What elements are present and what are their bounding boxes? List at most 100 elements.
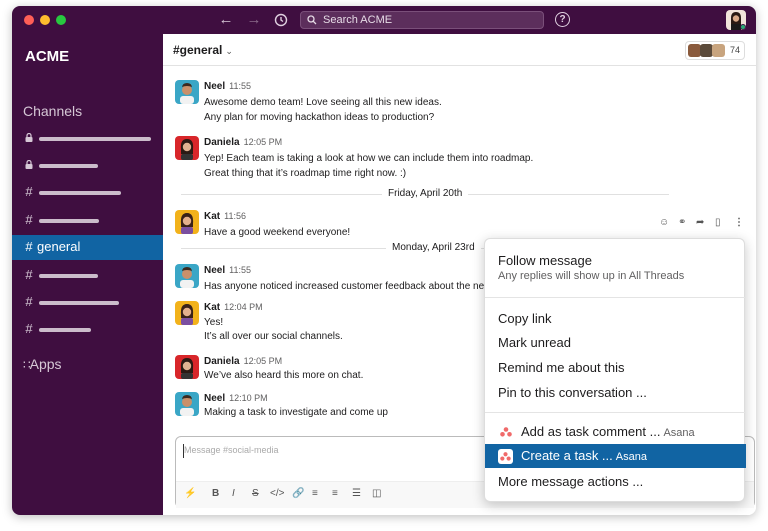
member-list-button[interactable]: 74 (685, 41, 745, 60)
message-text: We’ve also heard this more on chat. (204, 370, 363, 381)
code-icon[interactable]: </> (270, 488, 284, 499)
sidebar-channel-private-1[interactable] (12, 126, 163, 151)
maximize-window-button[interactable] (56, 15, 66, 25)
workspace-name[interactable]: ACME (25, 48, 69, 65)
channel-name-redacted (39, 164, 98, 168)
shortcuts-lightning-icon[interactable]: ⚡ (184, 488, 196, 499)
sidebar-apps[interactable]: ∷​ Apps (23, 356, 62, 372)
hash-icon: # (23, 184, 35, 199)
numbered-list-icon[interactable]: ≡ (312, 488, 318, 499)
channel-name-redacted (39, 301, 119, 305)
sidebar-channel-7[interactable]: # (12, 290, 163, 315)
menu-separator (485, 297, 746, 298)
message-text: Has anyone noticed increased customer fe… (204, 281, 500, 292)
menu-separator (485, 412, 746, 413)
sidebar-channel-general[interactable]: # general (12, 235, 163, 260)
hash-icon: # (23, 321, 35, 336)
online-status-indicator (740, 24, 746, 30)
message-time[interactable]: 11:55 (229, 81, 251, 91)
italic-icon[interactable]: I (232, 488, 235, 499)
apps-label: Apps (30, 356, 62, 372)
strikethrough-icon[interactable]: S (252, 488, 259, 499)
menu-item-add-task-comment[interactable]: Add as task comment ...Asana (485, 420, 746, 444)
message-text: It’s all over our social channels. (204, 331, 343, 342)
message-context-menu: Follow message Any replies will show up … (484, 238, 745, 502)
menu-item-copy-link[interactable]: Copy link (485, 307, 746, 331)
menu-item-remind[interactable]: Remind me about this (485, 356, 746, 380)
message-author[interactable]: Kat12:04 PM (204, 302, 263, 313)
message-author[interactable]: Neel11:55 (204, 81, 251, 92)
menu-item-mark-unread[interactable]: Mark unread (485, 331, 746, 355)
message-time[interactable]: 12:04 PM (224, 302, 263, 312)
member-count: 74 (730, 45, 740, 55)
message-time[interactable]: 12:10 PM (229, 393, 268, 403)
sidebar-channel-4[interactable]: # (12, 208, 163, 233)
blockquote-icon[interactable]: ☰ (352, 488, 361, 499)
more-actions-icon[interactable]: ⋮ (734, 217, 744, 228)
bold-icon[interactable]: B (212, 488, 219, 499)
avatar[interactable] (175, 392, 199, 416)
avatar[interactable] (175, 264, 199, 288)
search-input[interactable]: Search ACME (300, 11, 544, 29)
sidebar-channel-6[interactable]: # (12, 263, 163, 288)
channel-name-redacted (39, 328, 91, 332)
asana-icon (500, 452, 511, 461)
sidebar-channel-3[interactable]: # (12, 180, 163, 205)
channel-name-redacted (39, 191, 121, 195)
message-text: Great thing that it’s roadmap time right… (204, 168, 406, 179)
minimize-window-button[interactable] (40, 15, 50, 25)
message-text: Making a task to investigate and come up (204, 407, 388, 418)
message-author[interactable]: Neel12:10 PM (204, 393, 268, 404)
follow-message-description: Any replies will show up in All Threads (485, 266, 746, 284)
channels-header[interactable]: Channels (23, 103, 82, 119)
message-time[interactable]: 11:56 (224, 211, 246, 221)
avatar[interactable] (175, 136, 199, 160)
message-time[interactable]: 12:05 PM (244, 356, 283, 366)
avatar[interactable] (175, 301, 199, 325)
channel-title-button[interactable]: #general⌄ (173, 43, 233, 57)
channel-name-redacted (39, 219, 99, 223)
member-avatar (712, 44, 725, 57)
menu-item-more-actions[interactable]: More message actions ... (485, 470, 746, 494)
message-time[interactable]: 11:55 (229, 265, 251, 275)
bulleted-list-icon[interactable]: ≡ (332, 488, 338, 499)
date-divider[interactable]: Friday, April 20th (382, 188, 468, 199)
reply-thread-icon[interactable]: ⚭ (678, 217, 686, 228)
message-author[interactable]: Kat11:56 (204, 211, 246, 222)
hash-icon: # (23, 212, 35, 227)
bookmark-icon[interactable]: ▯ (715, 217, 721, 228)
hash-icon: # (23, 239, 35, 254)
add-reaction-icon[interactable]: ☺ (659, 217, 669, 228)
title-bar: ← → Search ACME ? (12, 6, 756, 34)
lock-icon (23, 130, 35, 145)
avatar[interactable] (175, 355, 199, 379)
sidebar-channel-private-2[interactable] (12, 153, 163, 178)
message-time[interactable]: 12:05 PM (244, 137, 283, 147)
sidebar-channel-8[interactable]: # (12, 317, 163, 342)
link-icon[interactable]: 🔗 (292, 488, 304, 499)
share-message-icon[interactable]: ➦ (696, 217, 704, 228)
history-clock-icon[interactable] (272, 11, 290, 29)
date-divider[interactable]: Monday, April 23rd (386, 242, 481, 253)
message-author[interactable]: Daniela12:05 PM (204, 137, 282, 148)
help-icon[interactable]: ? (555, 12, 570, 27)
asana-icon-badge (498, 449, 513, 464)
channel-header: #general⌄ 74 (163, 34, 756, 66)
avatar[interactable] (175, 210, 199, 234)
avatar[interactable] (175, 80, 199, 104)
message-author[interactable]: Daniela12:05 PM (204, 356, 282, 367)
app-window: ← → Search ACME ? ACME Channels # (12, 6, 756, 515)
close-window-button[interactable] (24, 15, 34, 25)
forward-arrow-icon[interactable]: → (245, 11, 263, 29)
menu-item-create-task[interactable]: Create a task ...Asana (485, 444, 746, 468)
user-avatar[interactable] (726, 10, 746, 30)
code-block-icon[interactable]: ◫ (372, 488, 381, 499)
channel-name-redacted (39, 137, 151, 141)
menu-item-pin[interactable]: Pin to this conversation ... (485, 381, 746, 405)
message-author[interactable]: Neel11:55 (204, 265, 251, 276)
back-arrow-icon[interactable]: ← (217, 11, 235, 29)
message-text: Have a good weekend everyone! (204, 227, 350, 238)
search-placeholder: Search ACME (323, 14, 392, 26)
sidebar-channel-label: general (37, 239, 80, 254)
chevron-down-icon: ⌄ (225, 46, 233, 56)
